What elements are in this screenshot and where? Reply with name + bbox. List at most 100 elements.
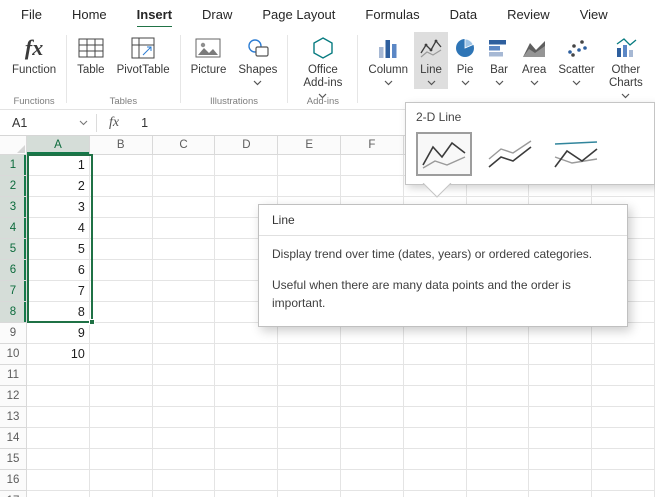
cell-C5[interactable] <box>153 239 216 260</box>
cell-E1[interactable] <box>278 155 341 176</box>
cell-G14[interactable] <box>404 428 467 449</box>
row-header-1[interactable]: 1 <box>0 155 27 176</box>
row-header-14[interactable]: 14 <box>0 428 27 449</box>
cell-F1[interactable] <box>341 155 404 176</box>
menu-tab-insert[interactable]: Insert <box>122 7 187 27</box>
cell-E2[interactable] <box>278 176 341 197</box>
shapes-button[interactable]: Shapes <box>232 32 283 89</box>
menu-tab-file[interactable]: File <box>6 7 57 27</box>
cell-C2[interactable] <box>153 176 216 197</box>
cell-B8[interactable] <box>90 302 153 323</box>
cell-J11[interactable] <box>592 365 655 386</box>
cell-A11[interactable] <box>27 365 90 386</box>
cell-A8[interactable]: 8 <box>27 302 90 323</box>
cell-D16[interactable] <box>215 470 278 491</box>
cell-H15[interactable] <box>467 449 530 470</box>
cell-H13[interactable] <box>467 407 530 428</box>
cell-A16[interactable] <box>27 470 90 491</box>
cell-C10[interactable] <box>153 344 216 365</box>
cell-D17[interactable] <box>215 491 278 497</box>
cell-H14[interactable] <box>467 428 530 449</box>
cell-E13[interactable] <box>278 407 341 428</box>
cell-A5[interactable]: 5 <box>27 239 90 260</box>
pivottable-button[interactable]: PivotTable <box>111 32 176 80</box>
chart-button-column[interactable]: Column <box>362 32 414 89</box>
cell-E15[interactable] <box>278 449 341 470</box>
menu-tab-draw[interactable]: Draw <box>187 7 247 27</box>
cell-A13[interactable] <box>27 407 90 428</box>
cell-I15[interactable] <box>529 449 592 470</box>
cell-I16[interactable] <box>529 470 592 491</box>
cell-C7[interactable] <box>153 281 216 302</box>
cell-C11[interactable] <box>153 365 216 386</box>
cell-B4[interactable] <box>90 218 153 239</box>
fx-icon[interactable]: fx <box>97 115 131 131</box>
menu-tab-page-layout[interactable]: Page Layout <box>247 7 350 27</box>
cell-G10[interactable] <box>404 344 467 365</box>
cell-C16[interactable] <box>153 470 216 491</box>
cell-A2[interactable]: 2 <box>27 176 90 197</box>
cell-A9[interactable]: 9 <box>27 323 90 344</box>
column-header-C[interactable]: C <box>153 136 216 155</box>
cell-C6[interactable] <box>153 260 216 281</box>
line-chart-option[interactable] <box>416 132 472 176</box>
cell-D11[interactable] <box>215 365 278 386</box>
cell-J16[interactable] <box>592 470 655 491</box>
cell-H12[interactable] <box>467 386 530 407</box>
row-header-4[interactable]: 4 <box>0 218 27 239</box>
row-header-11[interactable]: 11 <box>0 365 27 386</box>
row-header-8[interactable]: 8 <box>0 302 27 323</box>
cell-F14[interactable] <box>341 428 404 449</box>
cell-F12[interactable] <box>341 386 404 407</box>
cell-B11[interactable] <box>90 365 153 386</box>
cell-I10[interactable] <box>529 344 592 365</box>
cell-B14[interactable] <box>90 428 153 449</box>
table-button[interactable]: Table <box>71 32 111 80</box>
cell-A15[interactable] <box>27 449 90 470</box>
stacked-line-chart-option[interactable] <box>482 132 538 176</box>
row-header-6[interactable]: 6 <box>0 260 27 281</box>
row-header-15[interactable]: 15 <box>0 449 27 470</box>
cell-J14[interactable] <box>592 428 655 449</box>
row-header-13[interactable]: 13 <box>0 407 27 428</box>
cell-A14[interactable] <box>27 428 90 449</box>
cell-A17[interactable] <box>27 491 90 497</box>
row-header-17[interactable]: 17 <box>0 491 27 497</box>
picture-button[interactable]: Picture <box>185 32 233 80</box>
cell-F11[interactable] <box>341 365 404 386</box>
row-header-3[interactable]: 3 <box>0 197 27 218</box>
row-header-16[interactable]: 16 <box>0 470 27 491</box>
column-header-B[interactable]: B <box>90 136 153 155</box>
cell-B1[interactable] <box>90 155 153 176</box>
chart-button-bar[interactable]: Bar <box>482 32 516 89</box>
cell-D10[interactable] <box>215 344 278 365</box>
cell-A10[interactable]: 10 <box>27 344 90 365</box>
column-header-A[interactable]: A <box>27 136 90 155</box>
chart-button-area[interactable]: Area <box>516 32 552 89</box>
cell-G16[interactable] <box>404 470 467 491</box>
cell-A3[interactable]: 3 <box>27 197 90 218</box>
cell-B2[interactable] <box>90 176 153 197</box>
cell-B13[interactable] <box>90 407 153 428</box>
cell-A7[interactable]: 7 <box>27 281 90 302</box>
cell-B3[interactable] <box>90 197 153 218</box>
cell-F15[interactable] <box>341 449 404 470</box>
chart-button-other-charts[interactable]: Other Charts <box>601 32 651 102</box>
name-box[interactable]: A1 <box>0 110 96 135</box>
cell-B12[interactable] <box>90 386 153 407</box>
cell-D14[interactable] <box>215 428 278 449</box>
menu-tab-formulas[interactable]: Formulas <box>350 7 434 27</box>
cell-B15[interactable] <box>90 449 153 470</box>
cell-J13[interactable] <box>592 407 655 428</box>
cell-B17[interactable] <box>90 491 153 497</box>
cell-H11[interactable] <box>467 365 530 386</box>
cell-I11[interactable] <box>529 365 592 386</box>
cell-B5[interactable] <box>90 239 153 260</box>
cell-B16[interactable] <box>90 470 153 491</box>
chart-button-line[interactable]: Line <box>414 32 448 89</box>
cell-D13[interactable] <box>215 407 278 428</box>
cell-E14[interactable] <box>278 428 341 449</box>
cell-C13[interactable] <box>153 407 216 428</box>
cell-H17[interactable] <box>467 491 530 497</box>
cell-A4[interactable]: 4 <box>27 218 90 239</box>
